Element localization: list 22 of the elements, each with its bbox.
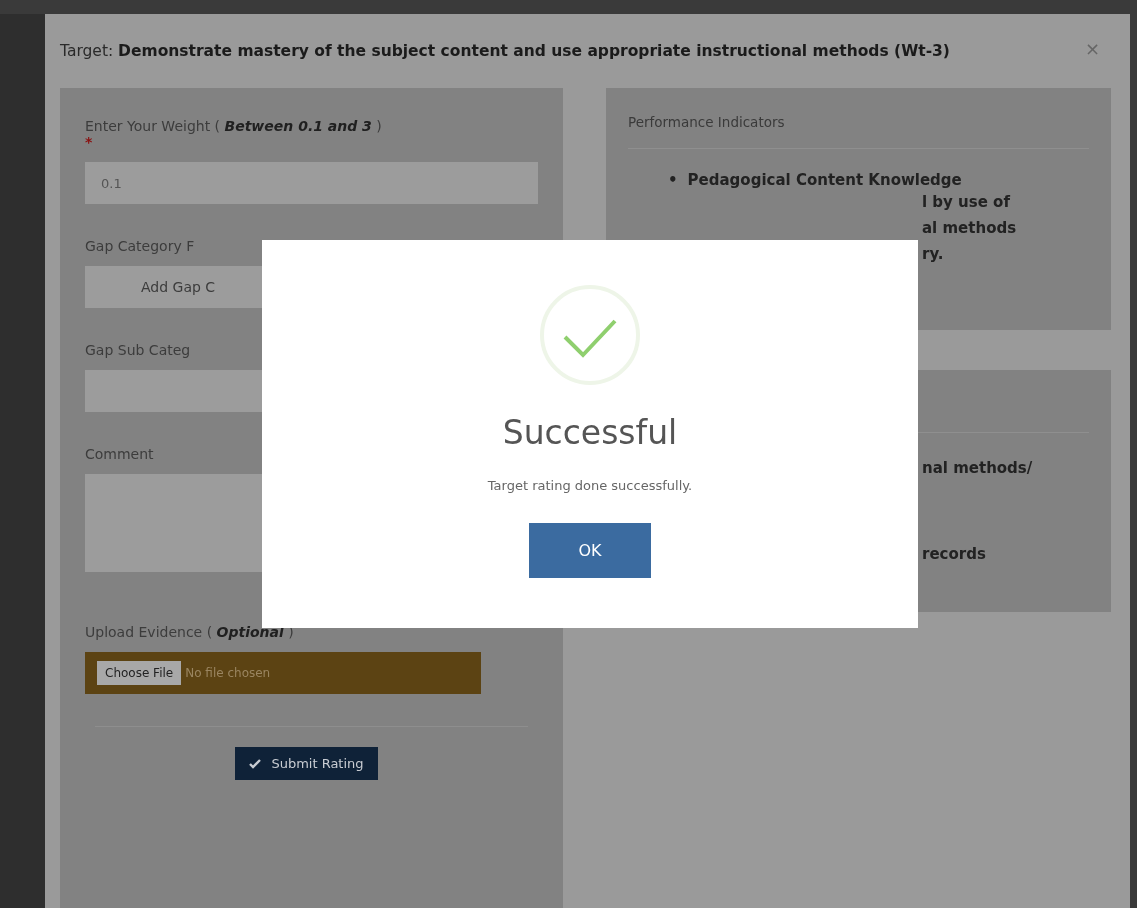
dialog-title: Successful <box>502 413 678 452</box>
field-label: Gap Sub Categ <box>85 342 192 358</box>
file-input[interactable]: Choose File No file chosen <box>85 652 481 694</box>
indicator-text: ry. <box>922 244 945 265</box>
card-text: records <box>922 544 987 565</box>
card-title: Performance Indicators <box>628 88 1089 149</box>
field-label: Comment <box>85 446 155 462</box>
indicator-text: al methods <box>922 218 1018 239</box>
indicator-text: Pedagogical Content Knowledge <box>687 171 962 189</box>
submit-button[interactable]: Submit Rating <box>235 747 378 780</box>
choose-file-button[interactable]: Choose File <box>97 661 182 685</box>
check-icon <box>249 758 262 769</box>
bullet-icon: • <box>668 171 678 189</box>
required-mark: * <box>85 134 94 150</box>
card-text: nal methods/ <box>922 458 1034 479</box>
field-label: Gap Category F <box>85 238 196 254</box>
file-status: No file chosen <box>185 666 271 680</box>
field-label: Enter Your Weight ( Between 0.1 and 3 ) <box>85 118 383 134</box>
modal-title: Target: Demonstrate mastery of the subject content and use appropriate instructional methods (Wt-3) <box>60 41 951 62</box>
dialog-message: Target rating done successfully. <box>487 478 693 493</box>
indicator-text: l by use of <box>922 192 1012 213</box>
ok-button[interactable]: OK <box>529 523 651 578</box>
